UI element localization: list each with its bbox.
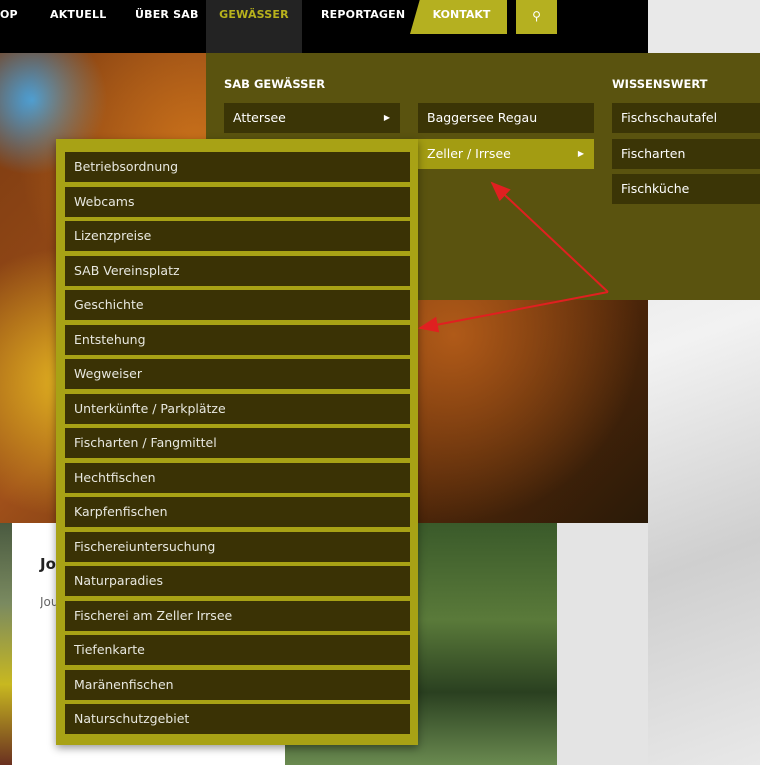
annotation-arrows <box>418 181 609 333</box>
arrow-to-submenu <box>418 291 609 333</box>
arrow-to-zeller <box>490 181 609 293</box>
